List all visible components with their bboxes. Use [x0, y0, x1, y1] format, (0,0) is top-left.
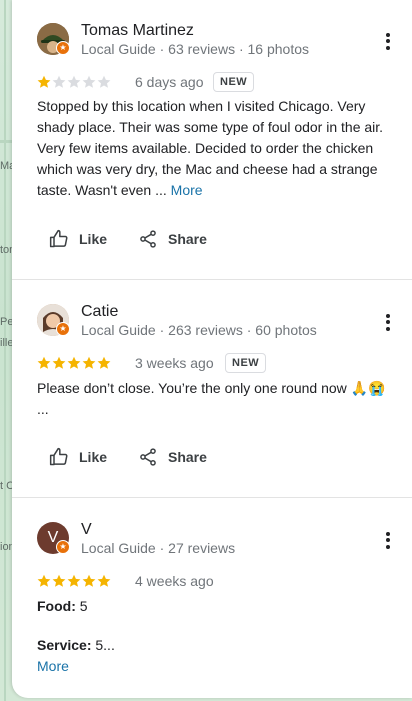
star-filled-icon	[82, 574, 96, 587]
review-text-content: Please don’t close. You’re the only one …	[37, 380, 386, 396]
review-time: 6 days ago	[135, 74, 204, 90]
reviewer-meta: Local Guide · 27 reviews	[81, 540, 236, 556]
review-card: V ★ V Local Guide · 27 reviews 4 weeks a…	[12, 498, 412, 698]
star-filled-icon	[37, 356, 51, 369]
review-text: Stopped by this location when I visited …	[37, 96, 399, 201]
star-empty-icon	[97, 75, 111, 88]
reviewer-meta: Local Guide · 263 reviews · 60 photos	[81, 322, 317, 338]
share-label: Share	[168, 231, 207, 247]
share-icon	[140, 448, 156, 466]
truncation-ellipsis[interactable]: ...	[37, 399, 399, 420]
more-options-icon[interactable]	[378, 528, 398, 552]
star-rating	[37, 574, 111, 588]
star-rating	[37, 75, 111, 89]
star-filled-icon	[37, 574, 51, 587]
reviewer-meta: Local Guide · 63 reviews · 16 photos	[81, 41, 310, 57]
thumbs-up-icon	[49, 229, 68, 248]
star-filled-icon	[37, 75, 51, 88]
star-filled-icon	[97, 356, 111, 369]
reviews-panel: ★ Tomas Martinez Local Guide · 63 review…	[12, 0, 412, 698]
local-guide-badge-icon: ★	[56, 540, 70, 554]
reviewer-name[interactable]: Tomas Martinez	[81, 21, 194, 41]
review-text-content: Stopped by this location when I visited …	[37, 98, 384, 198]
map-road	[0, 140, 12, 143]
reviewer-name[interactable]: V	[81, 520, 92, 540]
local-guide-badge-icon: ★	[56, 41, 70, 55]
star-filled-icon	[97, 574, 111, 587]
share-label: Share	[168, 449, 207, 465]
food-value: 5	[79, 598, 88, 614]
star-empty-icon	[52, 75, 66, 88]
review-text: Please don’t close. You’re the only one …	[37, 378, 399, 420]
like-button[interactable]: Like	[49, 223, 107, 255]
local-guide-badge-icon: ★	[56, 322, 70, 336]
star-filled-icon	[67, 356, 81, 369]
review-time: 4 weeks ago	[135, 573, 214, 589]
star-rating	[37, 356, 111, 370]
service-label: Service:	[37, 637, 92, 653]
new-badge: NEW	[213, 72, 255, 92]
star-filled-icon	[52, 356, 66, 369]
like-label: Like	[79, 231, 108, 247]
like-label: Like	[79, 449, 108, 465]
star-filled-icon	[52, 574, 66, 587]
more-link[interactable]: More	[171, 182, 203, 198]
review-time: 3 weeks ago	[135, 355, 214, 371]
service-value: 5...	[95, 637, 115, 653]
share-icon	[140, 230, 156, 248]
new-badge: NEW	[225, 353, 267, 373]
reviewer-name[interactable]: Catie	[81, 302, 118, 322]
star-filled-icon	[82, 356, 96, 369]
share-button[interactable]: Share	[138, 223, 207, 255]
more-link[interactable]: More	[37, 656, 399, 677]
review-card: ★ Catie Local Guide · 263 reviews · 60 p…	[12, 280, 412, 498]
more-options-icon[interactable]	[378, 29, 398, 53]
thumbs-up-icon	[49, 447, 68, 466]
food-label: Food:	[37, 598, 76, 614]
service-rating: Service: 5...	[37, 635, 399, 656]
review-text: Food: 5 Service: 5... More	[37, 596, 399, 677]
map-road	[4, 0, 6, 701]
food-rating: Food: 5	[37, 596, 399, 617]
share-button[interactable]: Share	[138, 441, 207, 473]
like-button[interactable]: Like	[49, 441, 107, 473]
star-empty-icon	[82, 75, 96, 88]
star-empty-icon	[67, 75, 81, 88]
review-card: ★ Tomas Martinez Local Guide · 63 review…	[12, 0, 412, 280]
more-options-icon[interactable]	[378, 310, 398, 334]
star-filled-icon	[67, 574, 81, 587]
